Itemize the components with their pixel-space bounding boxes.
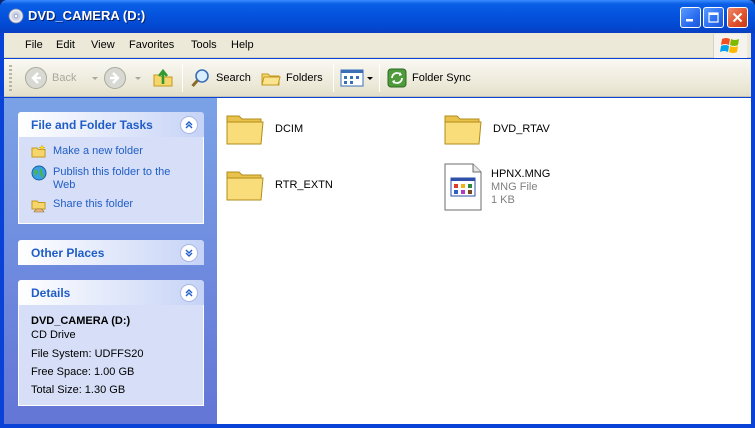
file-folder-tasks-header[interactable]: File and Folder Tasks — [18, 112, 204, 137]
window-title: DVD_CAMERA (D:) — [28, 8, 146, 23]
forward-button[interactable] — [103, 65, 143, 91]
folder-icon — [226, 171, 264, 201]
search-icon — [191, 69, 209, 88]
up-folder-icon — [153, 68, 173, 87]
other-places-panel: Other Places — [18, 240, 204, 265]
maximize-button[interactable] — [703, 7, 724, 28]
toolbar-separator — [333, 64, 334, 92]
menu-view[interactable]: View — [91, 39, 115, 51]
file-folder-tasks-body: Make a new folder Publish this folder to… — [18, 137, 204, 224]
file-info: HPNX.MNG MNG File 1 KB — [491, 168, 550, 207]
windows-flag-icon — [720, 38, 739, 53]
task-link[interactable]: Share this folder — [53, 198, 133, 211]
item-name: DVD_RTAV — [493, 123, 550, 135]
views-icon — [340, 69, 364, 87]
menu-favorites[interactable]: Favorites — [129, 39, 174, 51]
folders-label: Folders — [286, 72, 323, 84]
close-button[interactable] — [727, 7, 748, 28]
file-size: 1 KB — [491, 194, 515, 206]
chevron-down-icon — [92, 77, 99, 80]
window-bottom-border — [0, 424, 755, 428]
file-folder-tasks-panel: File and Folder Tasks Make a new folder — [18, 112, 204, 224]
chevron-down-icon — [367, 77, 373, 80]
folders-icon — [261, 73, 281, 86]
menu-file[interactable]: File — [25, 39, 43, 51]
folder-sync-button[interactable]: Folder Sync — [386, 65, 471, 91]
mng-file-icon — [444, 163, 482, 211]
chevron-down-double-icon — [185, 249, 193, 257]
chevron-up-double-icon — [185, 288, 193, 296]
title-bar[interactable]: DVD_CAMERA (D:) — [0, 0, 755, 33]
search-label: Search — [216, 72, 251, 84]
folder-icon — [444, 115, 482, 145]
folder-item-dcim[interactable]: DCIM — [225, 110, 303, 148]
windows-logo — [713, 34, 747, 58]
folder-item-rtr-extn[interactable]: RTR_EXTN — [225, 166, 333, 204]
folder-sync-label: Folder Sync — [412, 72, 471, 84]
collapse-button[interactable] — [180, 115, 198, 134]
back-button[interactable]: Back — [24, 65, 100, 91]
panel-title: File and Folder Tasks — [31, 117, 153, 132]
close-icon — [732, 12, 743, 23]
chevron-up-double-icon — [185, 120, 193, 128]
toolbar-grip[interactable] — [9, 65, 12, 91]
item-name: HPNX.MNG — [491, 168, 551, 180]
back-label: Back — [52, 72, 77, 84]
menu-help[interactable]: Help — [231, 39, 254, 51]
toolbar-separator — [182, 64, 183, 92]
toolbar-separator — [379, 64, 380, 92]
task-link[interactable]: Make a new folder — [53, 145, 143, 158]
menu-bar: File Edit View Favorites Tools Help — [4, 33, 751, 58]
chevron-down-icon — [135, 77, 141, 80]
folder-sync-icon — [387, 68, 407, 88]
details-body: DVD_CAMERA (D:) CD Drive File System: UD… — [18, 305, 204, 406]
details-header[interactable]: Details — [18, 280, 204, 305]
task-share-folder[interactable]: Share this folder — [31, 198, 191, 213]
new-folder-icon — [31, 144, 46, 158]
panel-title: Details — [31, 285, 71, 300]
details-file-system: File System: UDFFS20 — [31, 348, 144, 360]
file-list[interactable]: DCIM DVD_RTAV RTR_EXTN HPNX.MNG MNG File… — [217, 98, 751, 424]
folder-item-dvd-rtav[interactable]: DVD_RTAV — [443, 110, 550, 148]
folders-button[interactable]: Folders — [260, 65, 323, 91]
cd-drive-icon — [8, 8, 24, 24]
minimize-icon — [686, 19, 693, 22]
menu-tools[interactable]: Tools — [191, 39, 217, 51]
panel-title: Other Places — [31, 245, 105, 260]
expand-button[interactable] — [180, 243, 198, 262]
item-name: RTR_EXTN — [275, 179, 333, 191]
task-pane: File and Folder Tasks Make a new folder — [4, 98, 217, 424]
file-item-hpnx-mng[interactable]: HPNX.MNG MNG File 1 KB — [443, 162, 550, 212]
collapse-button[interactable] — [180, 283, 198, 302]
back-arrow-icon — [25, 67, 47, 89]
forward-arrow-icon — [104, 67, 126, 89]
toolbar: Back Search Folders Folder Sync — [4, 59, 751, 97]
details-total-size: Total Size: 1.30 GB — [31, 384, 126, 396]
explorer-window: DVD_CAMERA (D:) File Edit View Favorites… — [0, 0, 755, 428]
details-free-space: Free Space: 1.00 GB — [31, 366, 135, 378]
details-type: CD Drive — [31, 329, 76, 341]
folder-icon — [226, 115, 264, 145]
globe-icon — [31, 165, 47, 181]
search-button[interactable]: Search — [190, 65, 251, 91]
menu-edit[interactable]: Edit — [56, 39, 75, 51]
up-folder-button[interactable] — [151, 65, 175, 91]
task-publish-web[interactable]: Publish this folder to the Web — [31, 165, 191, 192]
maximize-icon — [708, 12, 719, 23]
details-panel: Details DVD_CAMERA (D:) CD Drive File Sy… — [18, 280, 204, 406]
item-name: DCIM — [275, 123, 304, 135]
minimize-button[interactable] — [680, 7, 701, 28]
views-button[interactable] — [340, 65, 374, 91]
details-name: DVD_CAMERA (D:) — [31, 315, 131, 327]
other-places-header[interactable]: Other Places — [18, 240, 204, 265]
task-link[interactable]: Publish this folder to the Web — [53, 166, 191, 192]
task-make-new-folder[interactable]: Make a new folder — [31, 144, 191, 160]
share-folder-icon — [31, 200, 46, 213]
file-type: MNG File — [491, 181, 538, 193]
